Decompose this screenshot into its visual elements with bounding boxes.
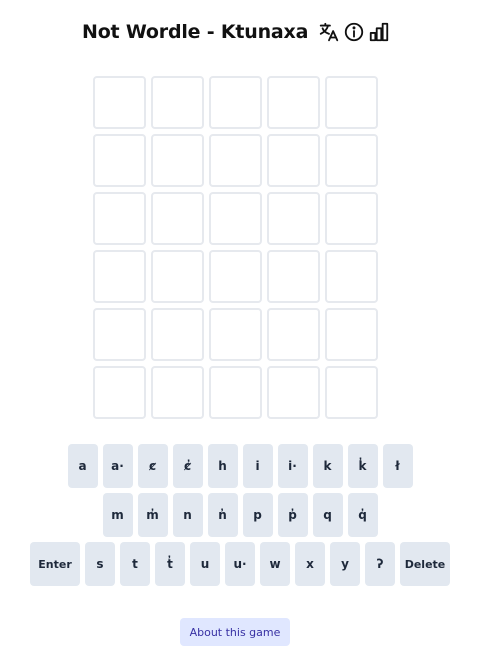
info-icon[interactable] — [343, 20, 365, 44]
letter-tile — [325, 308, 378, 361]
letter-tile — [267, 250, 320, 303]
letter-tile — [209, 192, 262, 245]
key-letter[interactable]: q — [312, 493, 343, 537]
letter-tile — [151, 308, 204, 361]
letter-tile — [151, 134, 204, 187]
letter-tile — [93, 308, 146, 361]
key-letter[interactable]: h — [207, 444, 238, 488]
key-letter[interactable]: i· — [277, 444, 308, 488]
delete-key[interactable]: Delete — [400, 542, 450, 586]
letter-tile — [209, 366, 262, 419]
letter-tile — [209, 250, 262, 303]
letter-tile — [151, 192, 204, 245]
key-letter[interactable]: u — [190, 542, 220, 586]
letter-tile — [325, 192, 378, 245]
keyboard-row-3: Enter s t t̓ u u· w x y ʔ Delete — [0, 542, 480, 586]
key-letter[interactable]: a — [67, 444, 98, 488]
letter-tile — [267, 192, 320, 245]
translate-icon[interactable] — [318, 20, 340, 44]
key-letter[interactable]: i — [242, 444, 273, 488]
header: Not Wordle - Ktunaxa — [0, 16, 480, 48]
key-letter[interactable]: q̓ — [347, 493, 378, 537]
game-board — [93, 76, 378, 419]
key-letter[interactable]: ȼ̓ — [172, 444, 203, 488]
letter-tile — [209, 76, 262, 129]
letter-tile — [267, 366, 320, 419]
letter-tile — [93, 134, 146, 187]
key-letter[interactable]: n — [172, 493, 203, 537]
stats-icon[interactable] — [368, 20, 390, 44]
about-game-button[interactable]: About this game — [180, 618, 290, 646]
letter-tile — [325, 366, 378, 419]
key-letter[interactable]: t̓ — [155, 542, 185, 586]
key-letter[interactable]: s — [85, 542, 115, 586]
letter-tile — [151, 366, 204, 419]
key-letter[interactable]: ʔ — [365, 542, 395, 586]
key-letter[interactable]: ȼ — [137, 444, 168, 488]
key-letter[interactable]: t — [120, 542, 150, 586]
key-letter[interactable]: y — [330, 542, 360, 586]
letter-tile — [209, 308, 262, 361]
key-letter[interactable]: m — [102, 493, 133, 537]
key-letter[interactable]: m̓ — [137, 493, 168, 537]
letter-tile — [325, 134, 378, 187]
keyboard-row-2: m m̓ n n̓ p p̓ q q̓ — [0, 493, 480, 537]
keyboard-row-1: a a· ȼ ȼ̓ h i i· k k̓ ł — [0, 444, 480, 488]
key-letter[interactable]: p — [242, 493, 273, 537]
letter-tile — [93, 250, 146, 303]
letter-tile — [209, 134, 262, 187]
header-icons — [318, 20, 390, 44]
key-letter[interactable]: k̓ — [347, 444, 378, 488]
letter-tile — [267, 76, 320, 129]
key-letter[interactable]: u· — [225, 542, 255, 586]
keyboard: a a· ȼ ȼ̓ h i i· k k̓ ł m m̓ n n̓ p p̓ q q̓ Enter s t t̓ u u·… — [0, 444, 480, 591]
letter-tile — [267, 134, 320, 187]
key-letter[interactable]: p̓ — [277, 493, 308, 537]
key-letter[interactable]: a· — [102, 444, 133, 488]
key-letter[interactable]: w — [260, 542, 290, 586]
key-letter[interactable]: x — [295, 542, 325, 586]
page-title: Not Wordle - Ktunaxa — [82, 21, 309, 43]
letter-tile — [267, 308, 320, 361]
letter-tile — [151, 76, 204, 129]
letter-tile — [325, 250, 378, 303]
key-letter[interactable]: n̓ — [207, 493, 238, 537]
letter-tile — [93, 76, 146, 129]
key-letter[interactable]: ł — [382, 444, 413, 488]
letter-tile — [93, 192, 146, 245]
letter-tile — [93, 366, 146, 419]
letter-tile — [151, 250, 204, 303]
enter-key[interactable]: Enter — [30, 542, 80, 586]
key-letter[interactable]: k — [312, 444, 343, 488]
letter-tile — [325, 76, 378, 129]
